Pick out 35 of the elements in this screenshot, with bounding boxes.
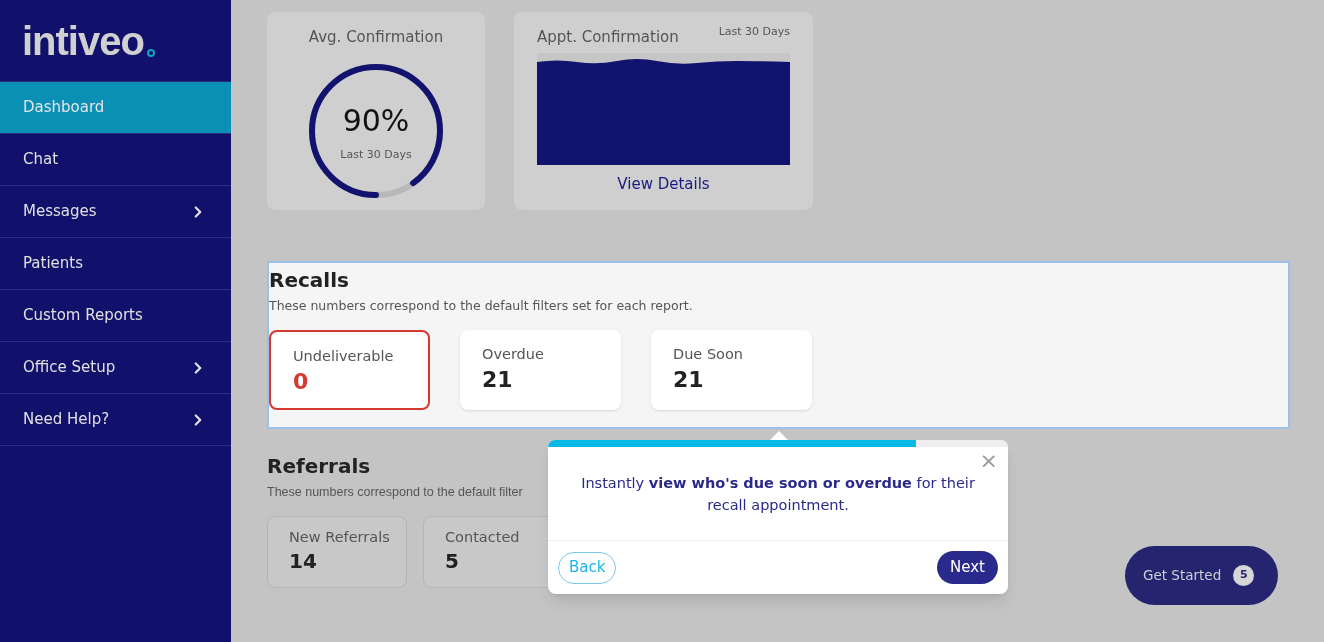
referral-card[interactable]: New Referrals 14	[267, 515, 407, 588]
card-label: Undeliverable	[293, 346, 395, 366]
card-label: Overdue	[482, 344, 545, 364]
section-description: These numbers correspond to the default filter	[267, 484, 523, 501]
recall-card[interactable]: Overdue 21	[460, 329, 621, 410]
nav-item[interactable]: Custom Reports	[0, 290, 231, 342]
nav-item[interactable]: Chat	[0, 134, 231, 186]
popup-message: Instantly view who's due soon or overdue for their recall appointment.	[580, 473, 976, 515]
nav-item[interactable]: Messages	[0, 186, 231, 238]
card-value: 21	[482, 365, 514, 393]
period-label: Last 30 Days	[340, 146, 412, 163]
card-label: New Referrals	[289, 527, 391, 547]
card-title: Avg. Confirmation	[308, 27, 444, 48]
section-title: Recalls	[269, 267, 350, 294]
card-label: Contacted	[445, 527, 521, 547]
logo: intiveo	[22, 16, 156, 65]
nav-item[interactable]: Office Setup	[0, 342, 231, 394]
view-details-link[interactable]: View Details	[617, 172, 710, 195]
card-label: Due Soon	[673, 344, 745, 364]
section-description: These numbers correspond to the default filters set for each report.	[269, 297, 694, 315]
card-title: Appt. Confirmation	[537, 27, 679, 48]
get-started-button[interactable]: Get Started 5	[1125, 546, 1278, 605]
card-value: 0	[293, 367, 310, 395]
nav-item[interactable]: Patients	[0, 238, 231, 290]
recall-card[interactable]: Undeliverable 0	[269, 329, 430, 410]
card-value: 5	[445, 548, 460, 574]
card-value: 14	[289, 548, 318, 574]
count-badge: 5	[1233, 565, 1255, 586]
card-value: 21	[673, 365, 705, 393]
recall-card[interactable]: Due Soon 21	[651, 329, 812, 410]
percentage: 90%	[342, 101, 410, 140]
nav-item[interactable]: Need Help?	[0, 394, 231, 446]
next-button[interactable]: Next	[937, 551, 998, 584]
period-label: Last 30 Days	[718, 24, 790, 40]
section-title: Referrals	[267, 453, 371, 480]
